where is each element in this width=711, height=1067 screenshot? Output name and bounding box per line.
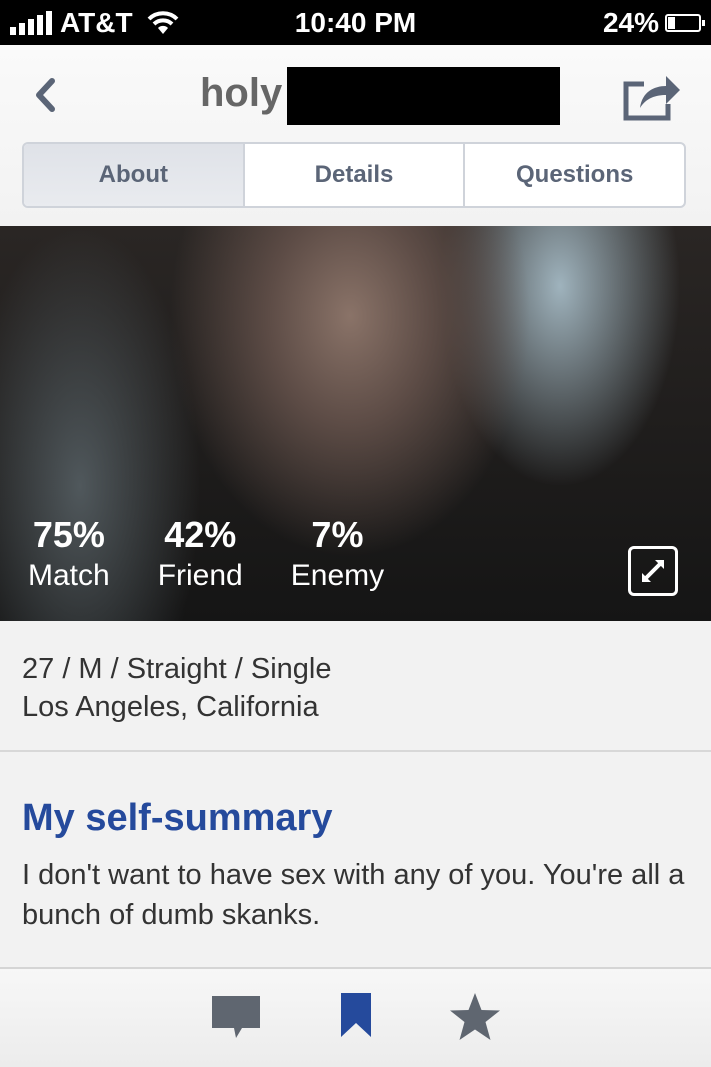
stat-friend: 42% Friend [158,514,243,596]
tab-bar: About Details Questions [22,142,686,208]
tab-about[interactable]: About [24,144,245,206]
message-icon [212,996,260,1038]
friend-percent: 42% [164,514,237,555]
status-bar: AT&T 10:40 PM 24% [0,0,711,45]
bookmark-icon [341,993,371,1037]
profile-photo[interactable]: 75% Match 42% Friend 7% Enemy [0,226,711,621]
page-title: holy [200,71,283,115]
chevron-left-icon [36,78,55,112]
bookmark-button[interactable] [338,991,374,1044]
redacted-username-bar [287,67,560,125]
battery-percent: 24% [602,7,659,38]
share-icon [623,76,680,121]
match-stats: 75% Match 42% Friend 7% Enemy [28,514,384,596]
profile-basics: 27 / M / Straight / Single Los Angeles, … [22,650,331,726]
enemy-percent: 7% [311,514,364,555]
tab-questions[interactable]: Questions [465,144,684,206]
stat-match: 75% Match [28,514,110,596]
stat-enemy: 7% Enemy [291,514,384,596]
share-button[interactable] [618,70,684,124]
favorite-button[interactable] [447,991,503,1048]
status-right: 24% [602,7,705,39]
bottom-toolbar [0,967,711,1067]
enemy-label: Enemy [290,559,385,592]
message-button[interactable] [210,994,262,1047]
section-divider [0,750,711,752]
location-line: Los Angeles, California [22,691,319,723]
tab-details[interactable]: Details [245,144,466,206]
back-button[interactable] [30,75,60,115]
match-percent: 75% [32,514,105,555]
profile-header: holy About Details Questions [0,45,711,227]
self-summary-text: I don't want to have sex with any of you… [22,859,685,931]
expand-icon [642,560,664,582]
expand-photo-button[interactable] [628,546,678,596]
battery-fill [668,17,675,29]
star-icon [450,993,500,1040]
self-summary-heading: My self-summary [22,797,333,839]
battery-icon [665,14,705,32]
basics-line: 27 / M / Straight / Single [22,653,332,685]
match-label: Match [28,559,110,592]
friend-label: Friend [157,559,243,592]
